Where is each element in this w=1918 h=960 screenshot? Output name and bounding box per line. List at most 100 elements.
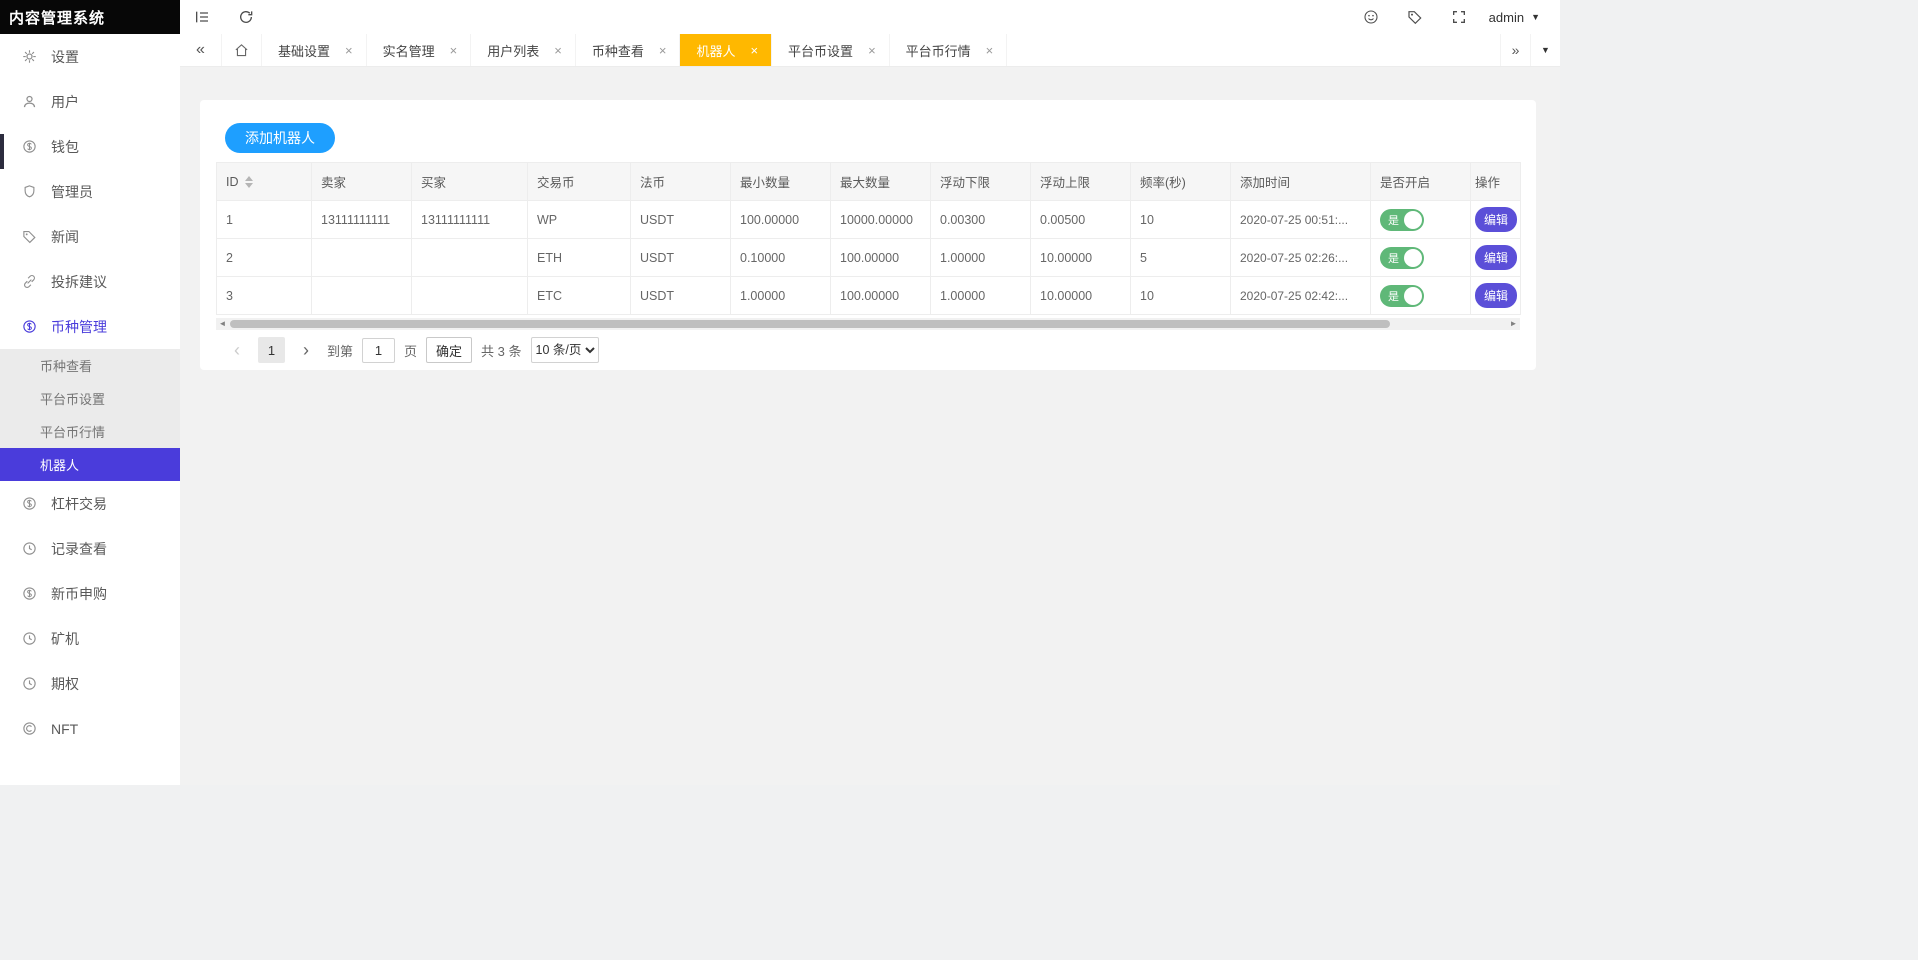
theme-icon[interactable] (1349, 0, 1393, 34)
sidebar-item-users[interactable]: 用户 (0, 79, 180, 124)
coin-icon (22, 586, 37, 601)
toggle-label: 是 (1388, 214, 1399, 227)
tab-label: 平台币行情 (905, 43, 971, 59)
sidebar-item-mining-machine[interactable]: 矿机 (0, 616, 180, 661)
sidebar-item-records[interactable]: 记录查看 (0, 526, 180, 571)
fullscreen-icon[interactable] (1437, 0, 1481, 34)
cell-actions: 编辑 (1470, 238, 1521, 277)
column-header-actions: 操作 (1470, 162, 1521, 201)
prev-page-button[interactable]: ‹ (225, 337, 249, 363)
sidebar-scrollbar-thumb[interactable] (0, 134, 4, 169)
tabs-menu-icon[interactable]: ▼ (1530, 34, 1560, 66)
goto-page-input[interactable] (362, 337, 396, 363)
column-header-coin: 交易币 (527, 162, 631, 201)
user-icon (22, 94, 37, 109)
column-header-fiat: 法币 (630, 162, 731, 201)
edit-button[interactable]: 编辑 (1475, 207, 1518, 232)
close-icon[interactable]: × (868, 44, 876, 57)
enable-toggle[interactable]: 是 (1380, 208, 1424, 231)
close-icon[interactable]: × (345, 44, 353, 57)
tab-realname-management[interactable]: 实名管理 × (367, 34, 472, 66)
close-icon[interactable]: × (450, 44, 458, 57)
cell-float-min: 1.00000 (930, 276, 1031, 315)
tab-coin-view[interactable]: 币种查看 × (576, 34, 681, 66)
cell-add-time: 2020-07-25 00:51:... (1230, 200, 1371, 239)
submenu-item-robot[interactable]: 机器人 (0, 448, 180, 481)
sidebar-item-label: 管理员 (51, 183, 93, 200)
tabbar: « 基础设置 × 实名管理 × 用户列表 × 币种查看 × 机器人 × 平台币设… (180, 34, 1560, 67)
sidebar-item-new-coin-subscription[interactable]: 新币申购 (0, 571, 180, 616)
cell-coin: ETH (527, 238, 631, 277)
cell-fiat: USDT (630, 276, 731, 315)
topbar-right: admin ▼ (1349, 0, 1560, 34)
cell-seller: 13111111111 (311, 200, 412, 239)
sidebar-item-nft[interactable]: NFT (0, 706, 180, 751)
tab-robot[interactable]: 机器人 × (680, 34, 773, 66)
tab-label: 实名管理 (382, 43, 435, 59)
user-menu[interactable]: admin ▼ (1481, 10, 1548, 25)
close-icon[interactable]: × (750, 44, 758, 57)
sidebar-item-settings[interactable]: 设置 (0, 34, 180, 79)
sidebar-item-leverage-trading[interactable]: 杠杆交易 (0, 481, 180, 526)
horizontal-scrollbar[interactable]: ◄ ► (216, 318, 1520, 330)
tabs-scroll-left[interactable]: « (180, 34, 222, 66)
next-page-button[interactable]: › (294, 337, 318, 363)
close-icon[interactable]: × (554, 44, 562, 57)
sort-icon[interactable] (244, 175, 253, 188)
cell-buyer: 13111111111 (411, 200, 528, 239)
scroll-left-arrow-icon[interactable]: ◄ (216, 318, 229, 330)
sidebar-item-label: 投拆建议 (51, 273, 107, 290)
submenu-item-coin-view[interactable]: 币种查看 (0, 349, 180, 382)
tab-platform-coin-settings[interactable]: 平台币设置 × (772, 34, 890, 66)
tabs-scroll-right[interactable]: » (1500, 34, 1530, 66)
page-size-select[interactable]: 10 条/页 (530, 337, 599, 363)
sidebar-item-options[interactable]: 期权 (0, 661, 180, 706)
sidebar-item-coin-management[interactable]: 币种管理 (0, 304, 180, 349)
sidebar-item-news[interactable]: 新闻 (0, 214, 180, 259)
sidebar-item-complaints[interactable]: 投拆建议 (0, 259, 180, 304)
tab-label: 平台币设置 (788, 43, 854, 59)
scroll-right-arrow-icon[interactable]: ► (1507, 318, 1520, 330)
sidebar-item-wallet[interactable]: 钱包 (0, 124, 180, 169)
tab-home[interactable] (222, 34, 262, 66)
collapse-menu-icon[interactable] (180, 0, 224, 34)
tab-platform-coin-quotes[interactable]: 平台币行情 × (890, 34, 1008, 66)
current-page[interactable]: 1 (258, 337, 285, 363)
toggle-label: 是 (1388, 252, 1399, 265)
tab-user-list[interactable]: 用户列表 × (471, 34, 576, 66)
coin-management-submenu: 币种查看 平台币设置 平台币行情 机器人 (0, 349, 180, 481)
refresh-icon[interactable] (224, 0, 268, 34)
submenu-item-label: 机器人 (40, 458, 80, 473)
column-header-frequency: 频率(秒) (1130, 162, 1231, 201)
tab-basic-settings[interactable]: 基础设置 × (262, 34, 367, 66)
cell-min: 1.00000 (730, 276, 831, 315)
enable-toggle[interactable]: 是 (1380, 284, 1424, 307)
cell-enabled: 是 (1370, 200, 1471, 239)
pagination: ‹ 1 › 到第 页 确定 共 3 条 10 条/页 (216, 337, 1520, 363)
app-title: 内容管理系统 (9, 9, 106, 27)
tag-icon[interactable] (1393, 0, 1437, 34)
table-header-row: ID 卖家 买家 交易币 法币 最小数量 最大数量 浮动下限 浮动上限 频率(秒… (216, 162, 1521, 201)
enable-toggle[interactable]: 是 (1380, 246, 1424, 269)
close-icon[interactable]: × (659, 44, 667, 57)
cell-seller (311, 276, 412, 315)
cell-enabled: 是 (1370, 276, 1471, 315)
sidebar-item-label: 币种管理 (51, 318, 107, 335)
close-icon[interactable]: × (986, 44, 994, 57)
shield-icon (22, 184, 37, 199)
submenu-item-platform-coin-quotes[interactable]: 平台币行情 (0, 415, 180, 448)
scrollbar-thumb[interactable] (230, 320, 1390, 328)
confirm-button[interactable]: 确定 (426, 337, 473, 363)
cell-seller (311, 238, 412, 277)
edit-button[interactable]: 编辑 (1475, 245, 1518, 270)
submenu-item-platform-coin-settings[interactable]: 平台币设置 (0, 382, 180, 415)
coin-icon (22, 496, 37, 511)
sidebar-item-admins[interactable]: 管理员 (0, 169, 180, 214)
add-robot-button[interactable]: 添加机器人 (225, 123, 335, 153)
sidebar-item-label: 期权 (51, 675, 79, 692)
sidebar-item-label: 矿机 (51, 630, 79, 647)
tag-icon (22, 229, 37, 244)
cell-add-time: 2020-07-25 02:42:... (1230, 276, 1371, 315)
edit-button[interactable]: 编辑 (1475, 283, 1518, 308)
table-row: 2 ETH USDT 0.10000 100.00000 1.00000 10.… (216, 238, 1521, 277)
